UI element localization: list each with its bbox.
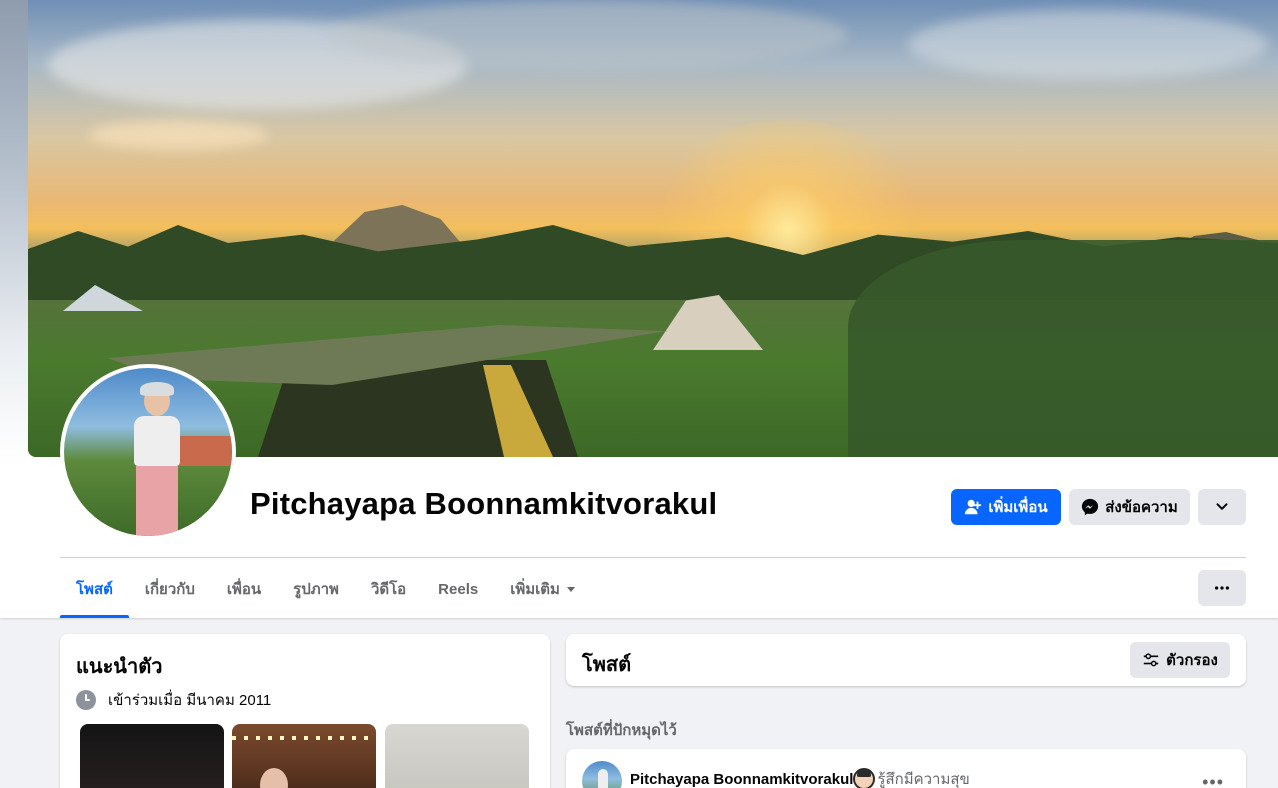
profile-options-button[interactable] [1198, 489, 1246, 525]
intro-card: แนะนำตัว เข้าร่วมเมื่อ มีนาคม 2011 [60, 634, 550, 788]
posts-header-card: โพสต์ ตัวกรอง [566, 634, 1246, 686]
featured-photo[interactable] [385, 724, 529, 788]
tab-label: วิดีโอ [370, 581, 407, 598]
joined-text: เข้าร่วมเมื่อ มีนาคม 2011 [108, 692, 272, 709]
profile-name: Pitchayapa Boonnamkitvorakul [250, 486, 718, 521]
tab-about[interactable]: เกี่ยวกับ [129, 560, 211, 618]
feeling-emoji-icon [853, 768, 876, 788]
pinned-post: Pitchayapa Boonnamkitvorakul รู้สึกมีควา… [566, 749, 1246, 788]
filter-button[interactable]: ตัวกรอง [1130, 642, 1230, 678]
photo-person [260, 768, 288, 788]
cover-photo[interactable] [28, 0, 1278, 457]
cover-cloud [328, 0, 848, 70]
clock-icon [76, 690, 96, 710]
header-divider [60, 557, 1246, 558]
avatar-person-body [134, 416, 180, 466]
post-header: Pitchayapa Boonnamkitvorakul รู้สึกมีควา… [630, 767, 970, 788]
message-label: ส่งข้อความ [1105, 499, 1178, 516]
profile-avatar[interactable] [60, 364, 236, 540]
caret-down-icon [566, 586, 575, 592]
tab-label: เพิ่มเติม [510, 581, 560, 598]
ellipsis-icon [1214, 586, 1230, 590]
tab-photos[interactable]: รูปภาพ [277, 560, 355, 618]
photo-string-lights [232, 736, 376, 740]
avatar-person-legs [136, 466, 178, 536]
cover-foliage [848, 240, 1278, 457]
post-menu-button[interactable]: ••• [1202, 773, 1224, 788]
tab-label: รูปภาพ [293, 581, 339, 598]
tab-label: เกี่ยวกับ [144, 581, 195, 598]
left-edge-fade [0, 0, 28, 460]
add-friend-button[interactable]: เพิ่มเพื่อน [951, 489, 1061, 525]
joined-info: เข้าร่วมเมื่อ มีนาคม 2011 [76, 688, 271, 712]
post-author-name[interactable]: Pitchayapa Boonnamkitvorakul [630, 771, 853, 788]
tab-label: Reels [438, 580, 479, 598]
add-friend-label: เพิ่มเพื่อน [988, 499, 1048, 516]
tab-more[interactable]: เพิ่มเติม [494, 560, 591, 618]
message-button[interactable]: ส่งข้อความ [1069, 489, 1190, 525]
pinned-posts-label: โพสต์ที่ปักหมุดไว้ [566, 722, 677, 739]
user-plus-icon [965, 499, 982, 515]
chevron-down-icon [1216, 503, 1228, 510]
tab-friends[interactable]: เพื่อน [211, 560, 277, 618]
tab-videos[interactable]: วิดีโอ [355, 560, 422, 618]
tab-label: โพสต์ [76, 581, 113, 598]
featured-photo[interactable] [232, 724, 376, 788]
avatar-roof [174, 436, 232, 466]
sliders-icon [1143, 653, 1159, 667]
filter-label: ตัวกรอง [1166, 652, 1218, 669]
tab-reels[interactable]: Reels [422, 560, 494, 618]
tab-label: เพื่อน [226, 581, 262, 598]
tab-posts[interactable]: โพสต์ [60, 560, 129, 618]
cover-cloud [908, 10, 1268, 80]
profile-header: Pitchayapa Boonnamkitvorakul เพิ่มเพื่อน… [0, 0, 1278, 618]
post-feeling[interactable]: รู้สึกมีความสุข [877, 767, 969, 788]
avatar-image [64, 368, 232, 536]
posts-title: โพสต์ [582, 654, 632, 676]
avatar-person-hat [140, 382, 174, 396]
featured-photo[interactable] [80, 724, 224, 788]
intro-title: แนะนำตัว [76, 656, 163, 678]
cover-cloud [88, 120, 268, 150]
profile-tabs: โพสต์ เกี่ยวกับ เพื่อน รูปภาพ วิดีโอ Ree… [60, 560, 591, 618]
tabs-more-button[interactable] [1198, 570, 1246, 606]
messenger-icon [1082, 498, 1099, 516]
post-author-avatar[interactable] [582, 761, 622, 788]
